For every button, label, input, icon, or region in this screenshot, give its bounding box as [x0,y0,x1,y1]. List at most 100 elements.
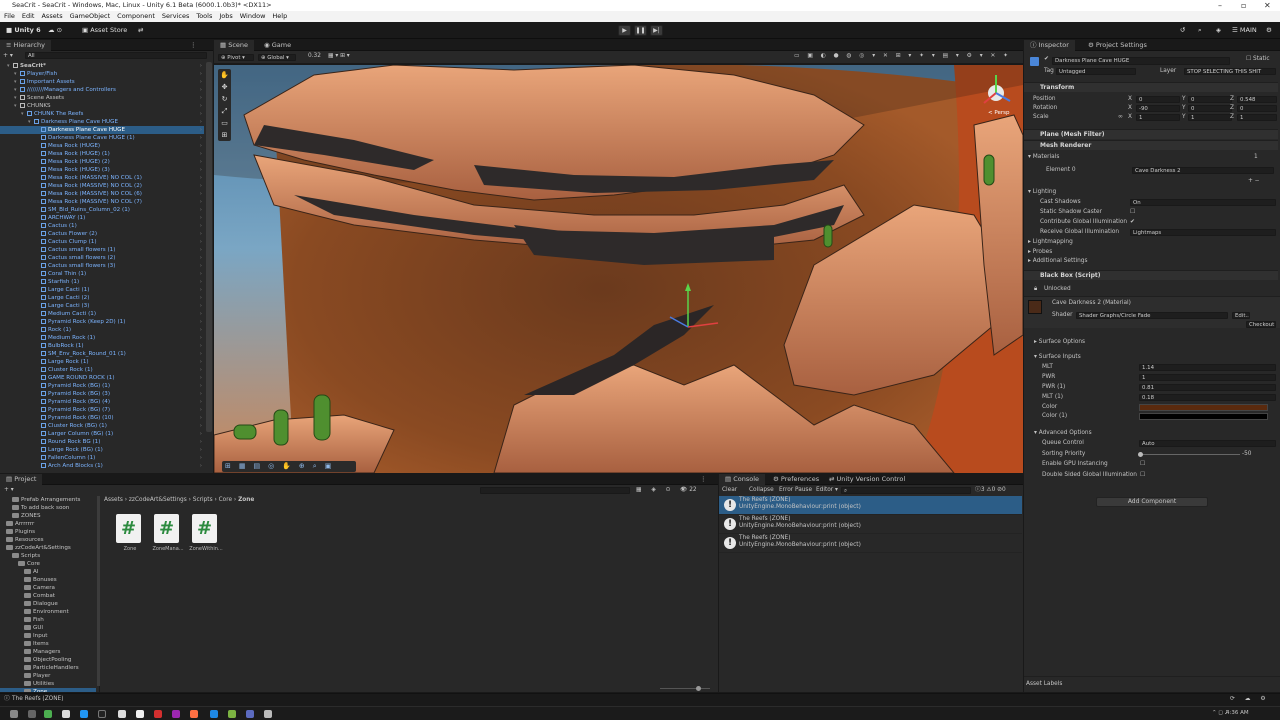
zoom-slider[interactable] [660,688,710,689]
probes-foldout[interactable]: ▸ Probes [1028,248,1052,257]
row-chevron-icon[interactable]: › [200,390,202,398]
hierarchy-row[interactable]: Medium Rock (1) › [0,334,204,342]
shader-dropdown[interactable]: Shader Graphs/Circle Fade [1076,312,1228,319]
menu-item-file[interactable]: File [4,11,15,22]
project-folder-row[interactable]: ParticleHandlers [0,664,96,672]
editor-dropdown[interactable]: Editor ▾ [816,486,838,495]
hierarchy-row[interactable]: Cluster Rock (1) › [0,366,204,374]
row-chevron-icon[interactable]: › [200,406,202,414]
hierarchy-row[interactable]: Larger Column (BG) (1) › [0,430,204,438]
project-folder-row[interactable]: Combat [0,592,96,600]
breadcrumb-item[interactable]: Assets [104,497,123,503]
step-button[interactable]: ▶| [650,25,663,36]
hierarchy-row[interactable]: ▾ Darkness Plane Cave HUGE › [0,118,204,126]
menu-item-jobs[interactable]: Jobs [219,11,232,22]
row-chevron-icon[interactable]: › [200,286,202,294]
black-box-header[interactable]: Black Box (Script) [1024,270,1278,280]
surface-input-field[interactable]: 0.81 [1139,384,1276,391]
hierarchy-row[interactable]: Pyramid Rock (BG) (3) › [0,390,204,398]
hierarchy-row[interactable]: Rock (1) › [0,326,204,334]
double-sided-gi-checkbox[interactable]: ☐ [1140,471,1145,480]
row-chevron-icon[interactable]: › [200,190,202,198]
project-folder-row[interactable]: Prefab Arrangements [0,496,96,504]
hierarchy-row[interactable]: SM_Bld_Ruins_Column_02 (1) › [0,206,204,214]
project-search-input[interactable] [480,487,630,494]
hierarchy-row[interactable]: Large Rock (1) › [0,358,204,366]
row-chevron-icon[interactable]: › [200,254,202,262]
status-icons[interactable]: ⟳ ☁ ⚙ [1230,695,1270,704]
row-chevron-icon[interactable]: › [200,246,202,254]
gpu-instancing-checkbox[interactable]: ☐ [1140,460,1145,469]
row-chevron-icon[interactable]: › [200,78,202,86]
hierarchy-row[interactable]: Darkness Plane Cave HUGE › [0,126,204,134]
script-file[interactable]: # ZoneMana... [150,514,186,564]
hierarchy-row[interactable]: ▾ CHUNKS › [0,102,204,110]
project-folder-row[interactable]: Zone [0,688,96,692]
tab-hierarchy[interactable]: ≡ Hierarchy [0,40,51,51]
taskbar-app-icon[interactable] [228,710,236,718]
row-chevron-icon[interactable]: › [200,198,202,206]
hierarchy-row[interactable]: ▾/////////Managers and Controllers › [0,86,204,94]
project-folder-row[interactable]: AI [0,568,96,576]
project-folder-row[interactable]: Items [0,640,96,648]
hierarchy-row[interactable]: Mesa Rock (MASSIVE) NO COL (7) › [0,198,204,206]
console-entry[interactable]: ! The Reefs (ZONE) UnityEngine.MonoBehavio… [719,515,1022,534]
hierarchy-row[interactable]: Large Cacti (2) › [0,294,204,302]
hierarchy-row[interactable]: Cactus Clump (1) › [0,238,204,246]
project-folder-row[interactable]: ObjectPooling [0,656,96,664]
taskbar-app-icon[interactable] [80,710,88,718]
hierarchy-row[interactable]: Mesa Rock (HUGE) (2) › [0,158,204,166]
project-tree-scrollbar[interactable] [97,496,100,686]
lightmapping-foldout[interactable]: ▸ Lightmapping [1028,238,1073,247]
row-chevron-icon[interactable]: › [200,62,202,70]
taskbar-app-icon[interactable] [190,710,198,718]
scene-viewport[interactable]: < Persp ✋ ✥ ↻ ⤢ ▭ ⊞ ⊞▦▤◎✋⊕⌕▣ [214,65,1023,473]
hierarchy-row[interactable]: Pyramid Rock (Keep 2D) (1) › [0,318,204,326]
grid-snap-icon[interactable]: ▦ ▾ ⊞ ▾ [328,52,350,61]
tag-dropdown[interactable]: Untagged [1056,68,1136,75]
sorting-priority-handle[interactable] [1138,452,1143,457]
unity-taskbar-icon[interactable] [264,710,272,718]
row-chevron-icon[interactable]: › [200,222,202,230]
global-dropdown[interactable]: ⊕ Global ▾ [258,54,296,61]
hierarchy-row[interactable]: Cactus small flowers (1) › [0,246,204,254]
taskbar-app-icon[interactable] [154,710,162,718]
row-chevron-icon[interactable]: › [200,262,202,270]
menu-item-tools[interactable]: Tools [196,11,212,22]
sorting-priority-slider[interactable] [1140,454,1240,455]
start-icon[interactable] [10,710,18,718]
row-chevron-icon[interactable]: › [200,118,202,126]
zoom-handle[interactable] [696,686,701,691]
hierarchy-row[interactable]: GAME ROUND ROCK (1) › [0,374,204,382]
error-pause-button[interactable]: Error Pause [779,486,812,495]
project-folder-row[interactable]: Managers [0,648,96,656]
tab-inspector[interactable]: ⓘ Inspector [1024,40,1075,51]
add-icon[interactable]: + ▾ [3,52,13,59]
account-button[interactable]: ■ Unity 6 [6,25,41,36]
material-add-remove[interactable]: + − [1248,177,1260,186]
position-y-field[interactable]: 0 [1188,96,1232,103]
undo-history-icon[interactable]: ↺ [1180,25,1185,36]
script-file[interactable]: # Zone [112,514,148,564]
row-chevron-icon[interactable]: › [200,214,202,222]
asset-store-button[interactable]: ▣ Asset Store [82,25,127,36]
breadcrumb-item[interactable]: zzCodeArt&Settings [129,497,187,503]
rotate-tool-icon[interactable]: ↻ [218,93,231,105]
advanced-options-foldout[interactable]: ▾ Advanced Options [1034,429,1092,438]
transform-header[interactable]: Transform [1024,82,1278,92]
hierarchy-row[interactable]: ▾ Scene Assets › [0,94,204,102]
row-chevron-icon[interactable]: › [200,414,202,422]
tab-scene[interactable]: ▦ Scene [214,40,255,51]
hierarchy-row[interactable]: Medium Cacti (1) › [0,310,204,318]
row-chevron-icon[interactable]: › [200,278,202,286]
shader-edit-button[interactable]: Edit... [1232,312,1250,319]
menu-item-services[interactable]: Services [162,11,189,22]
position-z-field[interactable]: 0.548 [1237,96,1277,103]
material-slot-field[interactable]: Cave Darkness 2 [1132,167,1274,174]
scale-y-field[interactable]: 1 [1188,114,1232,121]
console-search-input[interactable]: ⌕ [841,487,971,494]
layout-dropdown[interactable]: ☰ MAIN [1232,25,1257,36]
hierarchy-row[interactable]: Darkness Plane Cave HUGE (1) › [0,134,204,142]
row-chevron-icon[interactable]: › [200,102,202,110]
row-chevron-icon[interactable]: › [200,158,202,166]
